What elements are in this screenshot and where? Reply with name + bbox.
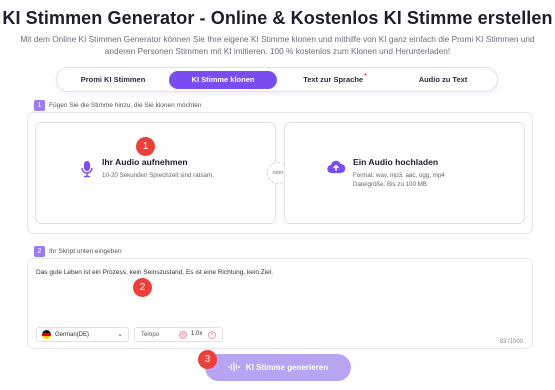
language-value: German(DE) [55,331,90,338]
tab-label: Text zur Sprache [303,75,364,84]
page-subtitle: Mit dem Online KI Stimmen Generator könn… [20,34,535,56]
upload-size: Dateigröße: Bis zu 100 MB [353,181,427,188]
tab-ki-stimme-klonen[interactable]: KI Stimme klonen [169,70,277,89]
mode-tabs: Promi KI Stimmen KI Stimme klonen Text z… [56,67,498,92]
tempo-increase-button[interactable]: + [208,331,216,339]
step-1-header: 1 Fügen Sie die Stimme hinzu, die Sie kl… [34,100,201,111]
generate-label: KI Stimme generieren [245,363,329,372]
tab-promi-ki-stimmen[interactable]: Promi KI Stimmen [61,71,165,89]
tempo-control: Tempo − 1.0x + [134,327,223,342]
page-title: KI Stimmen Generator - Online & Kostenlo… [2,8,553,28]
chevron-down-icon: ⌄ [117,331,123,338]
voice-source-panel: Ihr Audio aufnehmen 10-20 Sekunden Sprec… [27,112,533,234]
tempo-value: 1.0x [191,331,203,337]
step-number: 2 [34,246,45,257]
annotation-badge-2: 2 [133,278,152,297]
tempo-decrease-button[interactable]: − [179,331,187,339]
german-flag-icon [42,330,51,339]
tab-text-zur-sprache[interactable]: Text zur Sprache * [281,71,389,89]
upload-desc: Format: wav, mp3, aac, ogg, mp4 Dateigrö… [353,171,483,189]
upload-title: Ein Audio hochladen [353,157,439,167]
record-desc: 10-20 Sekunden Sprechzeit sind ratsam. [102,172,214,179]
generate-voice-button[interactable]: KI Stimme generieren [205,354,351,381]
upload-format: Format: wav, mp3, aac, ogg, mp4 [353,172,445,179]
script-input-area[interactable]: Das gute Leben ist ein Prozess, kein Sei… [27,258,533,349]
step-2-header: 2 Ihr Skript unten eingeben [34,246,122,257]
character-counter: 83 /1000 [499,339,523,345]
step-label: Fügen Sie die Stimme hinzu, die Sie klon… [49,102,202,109]
record-audio-card[interactable]: Ihr Audio aufnehmen 10-20 Sekunden Sprec… [35,122,276,224]
microphone-icon [80,160,94,183]
tab-audio-zu-text[interactable]: Audio zu Text [393,71,493,89]
step-label: Ihr Skript unten eingeben [49,248,122,255]
annotation-badge-3: 3 [198,350,217,369]
tempo-label: Tempo [141,331,160,338]
script-text[interactable]: Das gute Leben ist ein Prozess, kein Sei… [36,269,273,276]
record-title: Ihr Audio aufnehmen [102,157,188,167]
annotation-badge-1: 1 [136,137,155,156]
cloud-upload-icon [327,160,346,179]
sound-wave-icon [228,362,240,374]
step-number: 1 [34,100,45,111]
new-star-marker: * [364,73,367,80]
upload-audio-card[interactable]: Ein Audio hochladen Format: wav, mp3, aa… [284,122,525,224]
language-select[interactable]: German(DE) ⌄ [36,327,129,342]
